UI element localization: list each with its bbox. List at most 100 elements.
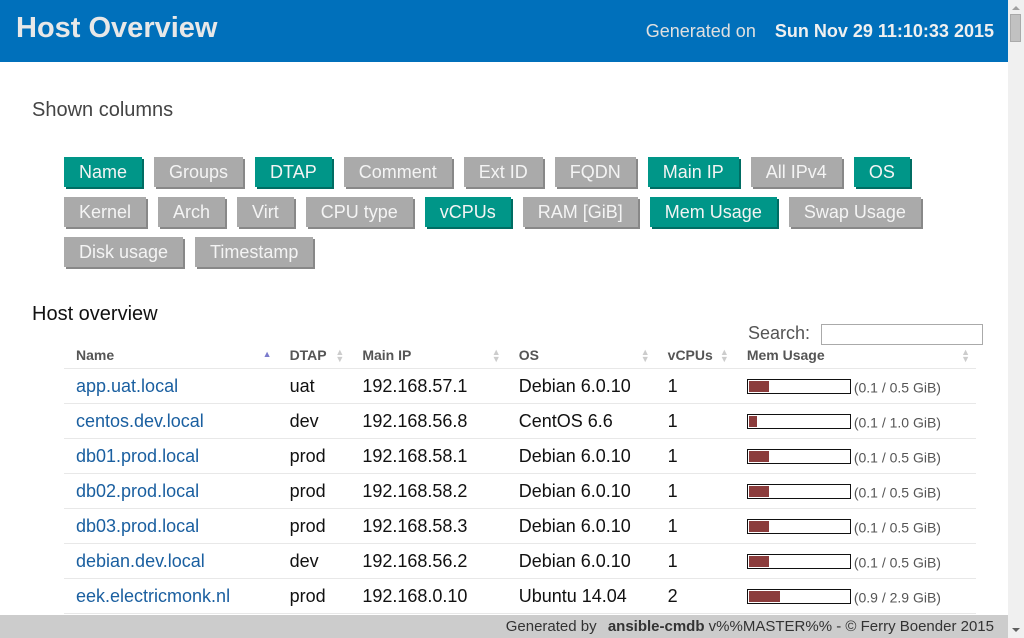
cell-name: db01.prod.local (64, 438, 278, 474)
host-link[interactable]: eek.electricmonk.nl (76, 586, 230, 606)
mem-usage-bar (746, 484, 851, 500)
mem-usage-bar (746, 589, 851, 605)
host-overview-title: Host overview (32, 303, 158, 325)
host-table: Name ▲ DTAP ▲ ▼ Main IP ▲ ▼ OS ▲ ▼ vCPUs ▲ ▼ Mem Usage… (64, 341, 976, 614)
sort-both-icon: ▲ ▼ (961, 347, 970, 364)
cell-mem-usage: (0.1 / 0.5 GiB) (734, 508, 976, 544)
column-toggle-group: Name Groups DTAP Comment Ext ID FQDN Main IP Al… (64, 157, 944, 277)
cell-main-ip: 192.168.58.2 (350, 473, 507, 509)
column-toggle-kernel[interactable]: Kernel (64, 197, 147, 227)
column-toggle-groups[interactable]: Groups (154, 157, 244, 187)
table-row: db03.prod.local prod 192.168.58.3 Debian 6.… (64, 508, 976, 544)
cell-dtap: prod (277, 508, 351, 544)
table-row: db02.prod.local prod 192.168.58.2 Debian 6.… (64, 473, 976, 509)
mem-usage-bar (746, 449, 851, 465)
column-toggle-dtap[interactable]: DTAP (255, 157, 332, 187)
mem-usage-text: (0.1 / 0.5 GiB) (853, 553, 941, 570)
host-link[interactable]: debian.dev.local (76, 551, 205, 571)
vertical-scrollbar[interactable] (1008, 0, 1024, 638)
page-footer: Generated by ansible-cmdb v%%MASTER%% - … (0, 615, 1008, 638)
cell-main-ip: 192.168.58.1 (350, 438, 507, 474)
cell-name: eek.electricmonk.nl (64, 578, 278, 614)
table-row: app.uat.local uat 192.168.57.1 Debian 6.0.1… (64, 368, 976, 404)
sort-both-icon: ▲ ▼ (491, 347, 501, 364)
cell-mem-usage: (0.9 / 2.9 GiB) (734, 578, 976, 614)
column-toggle-virt[interactable]: Virt (237, 197, 294, 227)
footer-suffix: v%%MASTER%% - © Ferry Boender 2015 (708, 618, 994, 635)
cell-dtap: dev (277, 543, 351, 579)
mem-usage-bar-fill (748, 486, 769, 498)
column-toggle-fqdn[interactable]: FQDN (554, 157, 636, 187)
column-toggle-cpu-type[interactable]: CPU type (305, 197, 413, 227)
cell-mem-usage: (0.1 / 0.5 GiB) (734, 368, 976, 404)
mem-usage-bar-fill (748, 451, 769, 463)
column-toggle-os[interactable]: OS (853, 157, 910, 187)
column-toggle-arch[interactable]: Arch (158, 197, 226, 227)
column-toggle-disk-usage[interactable]: Disk usage (64, 237, 184, 267)
column-toggle-timestamp[interactable]: Timestamp (195, 237, 314, 267)
column-toggle-comment[interactable]: Comment (343, 157, 452, 187)
mem-usage-text: (0.1 / 0.5 GiB) (853, 378, 941, 395)
page-title: Host Overview (16, 12, 218, 44)
column-toggle-mem-usage[interactable]: Mem Usage (649, 197, 777, 227)
cell-mem-usage: (0.1 / 0.5 GiB) (734, 438, 976, 474)
cell-name: app.uat.local (64, 368, 278, 404)
column-toggle-main-ip[interactable]: Main IP (647, 157, 739, 187)
mem-usage-bar (746, 519, 851, 535)
column-toggle-all-ipv4[interactable]: All IPv4 (750, 157, 842, 187)
footer-prefix: Generated by (505, 618, 597, 635)
cell-os: CentOS 6.6 (506, 403, 656, 439)
mem-usage-bar-fill (748, 556, 769, 568)
column-toggle-swap-usage[interactable]: Swap Usage (788, 197, 921, 227)
shown-columns-title: Shown columns (32, 99, 174, 121)
host-link[interactable]: db02.prod.local (76, 481, 199, 501)
column-header-vcpus[interactable]: vCPUs ▲ ▼ (655, 341, 735, 369)
cell-vcpus: 2 (655, 578, 735, 614)
column-header-dtap[interactable]: DTAP ▲ ▼ (277, 341, 351, 369)
column-toggle-ram-gib[interactable]: RAM [GiB] (522, 197, 638, 227)
scroll-up-arrow-icon[interactable] (1012, 6, 1020, 10)
mem-usage-text: (0.1 / 0.5 GiB) (853, 518, 941, 535)
mem-usage-bar-fill (748, 416, 757, 428)
column-header-label: OS (518, 346, 539, 363)
cell-vcpus: 1 (655, 508, 735, 544)
cell-dtap: dev (277, 403, 351, 439)
column-header-os[interactable]: OS ▲ ▼ (506, 341, 656, 369)
column-toggle-ext-id[interactable]: Ext ID (463, 157, 543, 187)
host-link[interactable]: db03.prod.local (76, 516, 199, 536)
generated-label: Generated on (645, 21, 756, 41)
cell-vcpus: 1 (655, 543, 735, 579)
cell-vcpus: 1 (655, 473, 735, 509)
cell-name: db02.prod.local (64, 473, 278, 509)
cell-vcpus: 1 (655, 368, 735, 404)
page-header: Host Overview Generated on Sun Nov 29 11… (0, 0, 1008, 62)
cell-main-ip: 192.168.57.1 (350, 368, 507, 404)
cell-os: Debian 6.0.10 (506, 508, 656, 544)
cell-dtap: prod (277, 438, 351, 474)
search-label: Search: (748, 323, 811, 343)
column-header-main-ip[interactable]: Main IP ▲ ▼ (350, 341, 507, 369)
column-toggle-vcpus[interactable]: vCPUs (424, 197, 511, 227)
cell-os: Debian 6.0.10 (506, 368, 656, 404)
host-link[interactable]: centos.dev.local (76, 411, 204, 431)
host-link[interactable]: db01.prod.local (76, 446, 199, 466)
scroll-down-arrow-icon[interactable] (1012, 628, 1020, 632)
mem-usage-bar (746, 554, 851, 570)
mem-usage-text: (0.1 / 0.5 GiB) (853, 483, 941, 500)
cell-os: Debian 6.0.10 (506, 543, 656, 579)
mem-usage-text: (0.1 / 0.5 GiB) (853, 448, 941, 465)
column-toggle-name[interactable]: Name (64, 157, 143, 187)
table-row: centos.dev.local dev 192.168.56.8 CentOS 6.… (64, 403, 976, 439)
cell-name: centos.dev.local (64, 403, 278, 439)
column-header-name[interactable]: Name ▲ (64, 341, 278, 369)
host-link[interactable]: app.uat.local (76, 376, 178, 396)
cell-vcpus: 1 (655, 403, 735, 439)
cell-name: db03.prod.local (64, 508, 278, 544)
cell-vcpus: 1 (655, 438, 735, 474)
cell-os: Ubuntu 14.04 (506, 578, 656, 614)
column-header-mem-usage[interactable]: Mem Usage ▲ ▼ (734, 341, 976, 369)
scrollbar-thumb[interactable] (1010, 14, 1021, 42)
cell-main-ip: 192.168.56.8 (350, 403, 507, 439)
column-header-label: DTAP (289, 346, 327, 363)
column-header-label: Main IP (362, 346, 412, 363)
